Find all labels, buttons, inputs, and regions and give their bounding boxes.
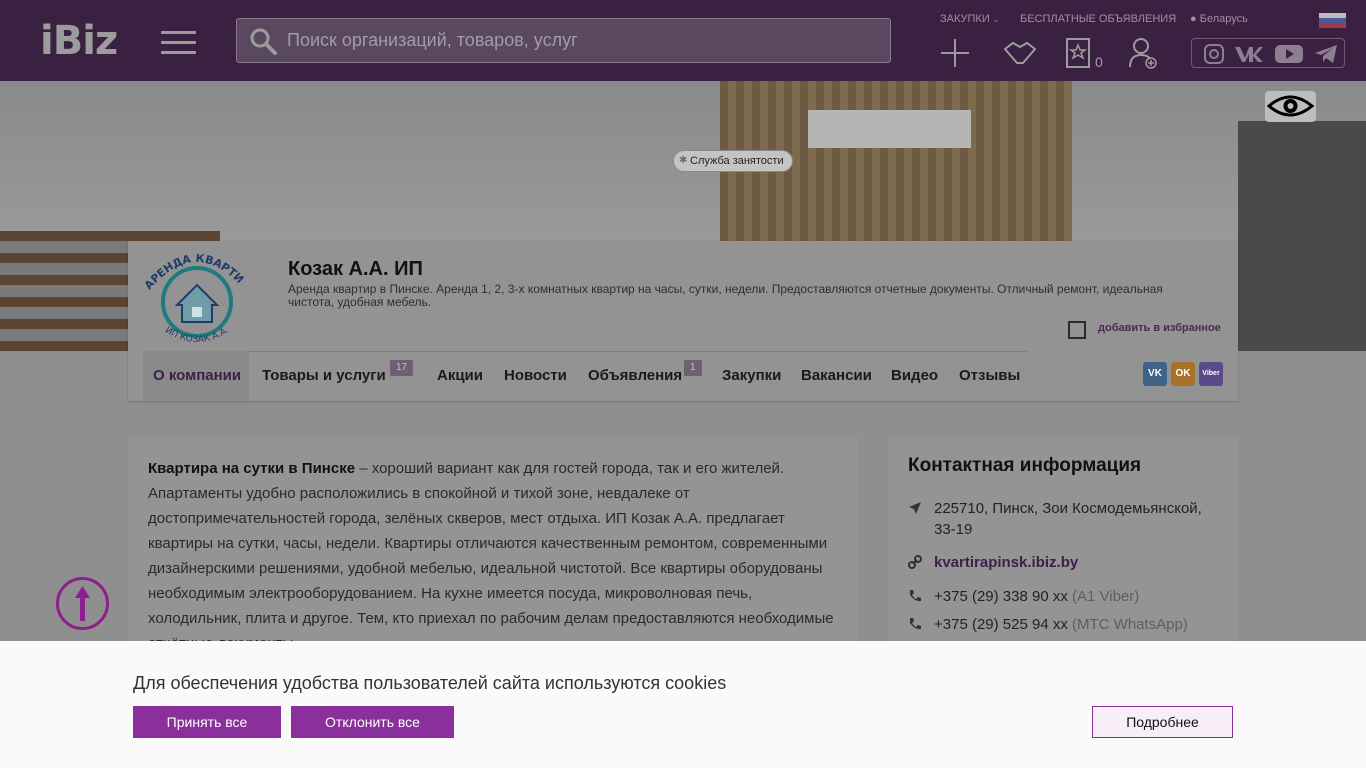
scroll-to-top-button[interactable] xyxy=(56,577,109,630)
company-name: Козак А.А. ИП xyxy=(288,258,423,280)
instagram-icon[interactable] xyxy=(1204,44,1224,64)
share-viber-button[interactable]: Viber xyxy=(1199,362,1223,386)
site-logo[interactable]: iBiz xyxy=(40,18,118,64)
favorites-count: 0 xyxy=(1095,54,1103,70)
company-card: АРЕНДА КВАРТИР ИП КОЗАК А.А. Козак А.А. … xyxy=(128,241,1238,401)
share-ok-button[interactable]: OK xyxy=(1171,362,1195,386)
tab-reviews[interactable]: Отзывы xyxy=(949,351,1030,401)
purchases-menu[interactable]: ЗАКУПКИ ⌄ xyxy=(940,13,1000,25)
phone-icon xyxy=(910,590,921,602)
arrow-up-icon xyxy=(75,586,90,621)
telegram-icon[interactable] xyxy=(1314,44,1338,64)
phone-2-number[interactable]: +375 (29) 525 94 xx xyxy=(934,616,1068,633)
employment-service-badge[interactable]: ✱ Служба занятости xyxy=(673,150,793,172)
favorite-checkbox[interactable] xyxy=(1068,321,1086,339)
vk-icon[interactable] xyxy=(1234,44,1264,64)
tab-video[interactable]: Видео xyxy=(881,351,948,401)
language-flag-icon[interactable] xyxy=(1319,13,1346,28)
visually-impaired-eye-icon[interactable] xyxy=(1265,91,1316,122)
chevron-down-icon: ⌄ xyxy=(992,15,1000,24)
tab-promotions[interactable]: Акции xyxy=(427,351,493,401)
add-to-favorites-link[interactable]: добавить в избранное xyxy=(1098,322,1221,334)
user-add-icon[interactable] xyxy=(1128,37,1158,69)
accept-all-cookies-button[interactable]: Принять все xyxy=(133,706,281,738)
cookie-banner: Для обеспечения удобства пользователей с… xyxy=(0,641,1366,768)
cookie-details-button[interactable]: Подробнее xyxy=(1092,706,1233,738)
about-section: Квартира на сутки в Пинске – хороший вар… xyxy=(128,436,858,656)
contact-phone-2: +375 (29) 525 94 xx (МТС WhatsApp) xyxy=(908,614,1218,635)
region-selector[interactable]: ● Беларусь xyxy=(1190,13,1248,25)
contact-site: kvartirapinsk.ibiz.by xyxy=(908,552,1218,573)
tab-purchases[interactable]: Закупки xyxy=(712,351,791,401)
menu-icon[interactable] xyxy=(161,31,196,54)
free-ads-link[interactable]: БЕСПЛАТНЫЕ ОБЪЯВЛЕНИЯ xyxy=(1020,13,1176,25)
site-link[interactable]: kvartirapinsk.ibiz.by xyxy=(934,552,1224,573)
location-icon: ● xyxy=(1190,13,1197,25)
favorites-icon[interactable] xyxy=(1065,37,1091,69)
company-logo[interactable]: АРЕНДА КВАРТИР ИП КОЗАК А.А. xyxy=(142,247,252,347)
about-lead: Квартира на сутки в Пинске xyxy=(148,460,356,477)
share-vk-button[interactable]: VK xyxy=(1143,362,1167,386)
cookie-message: Для обеспечения удобства пользователей с… xyxy=(133,673,727,693)
phone-1-number[interactable]: +375 (29) 338 90 xx xyxy=(934,588,1068,605)
products-count-badge: 17 xyxy=(390,360,414,376)
contacts-panel: Контактная информация 225710, Пинск, Зои… xyxy=(888,436,1238,656)
top-header: iBiz ЗАКУПКИ ⌄ БЕСПЛАТНЫЕ ОБЪЯВЛЕНИЯ ● Б… xyxy=(0,0,1366,81)
tab-about[interactable]: О компании xyxy=(143,351,249,401)
tab-vacancies[interactable]: Вакансии xyxy=(791,351,882,401)
about-text: Квартира на сутки в Пинске – хороший вар… xyxy=(148,460,834,652)
youtube-icon[interactable] xyxy=(1275,44,1303,64)
company-description: Аренда квартир в Пинске. Аренда 1, 2, 3-… xyxy=(288,282,1163,309)
phone-icon xyxy=(910,618,921,630)
link-icon xyxy=(908,555,922,569)
location-arrow-icon xyxy=(909,502,921,514)
contacts-title: Контактная информация xyxy=(908,455,1142,476)
tab-ads[interactable]: Объявления xyxy=(578,351,692,401)
contact-phone-1: +375 (29) 338 90 xx (A1 Viber) xyxy=(908,586,1218,607)
plus-icon[interactable] xyxy=(939,37,971,69)
handshake-icon[interactable] xyxy=(1003,37,1037,69)
search-input[interactable] xyxy=(287,19,877,62)
tab-products[interactable]: Товары и услуги xyxy=(252,351,396,401)
snowflake-icon: ✱ xyxy=(679,155,688,166)
contact-address: 225710, Пинск, Зои Космодемьянской, 33-1… xyxy=(908,498,1218,542)
search-icon xyxy=(250,28,277,55)
social-links xyxy=(1191,38,1345,68)
ads-count-badge: 1 xyxy=(684,360,702,376)
search-box xyxy=(236,18,891,63)
tab-news[interactable]: Новости xyxy=(494,351,577,401)
reject-all-cookies-button[interactable]: Отклонить все xyxy=(291,706,454,738)
